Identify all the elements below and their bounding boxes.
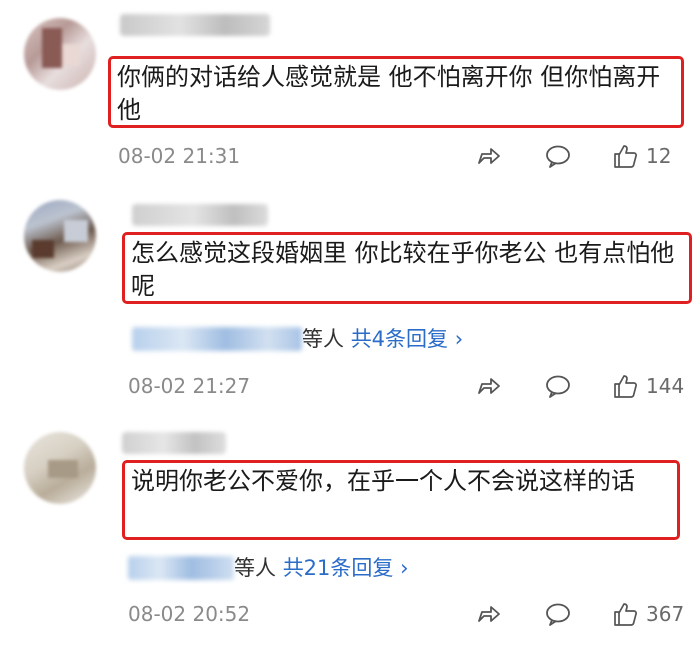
like-icon [614,145,637,168]
username-redacted[interactable] [132,204,268,226]
replier-names-redacted [132,327,302,351]
comment-icon[interactable] [544,144,572,168]
replies-summary[interactable]: 等人 共4条回复 › [132,324,532,354]
comment-icon[interactable] [544,602,572,626]
replier-names-redacted [128,556,234,580]
comment-text: 怎么感觉这段婚姻里 你比较在乎你老公 也有点怕他呢 [122,232,692,304]
comment-time: 08-02 20:52 [128,602,251,626]
share-icon[interactable] [474,374,502,398]
view-replies-link[interactable]: 共4条回复 › [351,327,463,351]
avatar[interactable] [24,200,96,272]
like-count: 144 [646,374,685,398]
comment-time: 08-02 21:31 [118,144,241,168]
comment-meta: 08-02 20:52 367 [0,598,700,630]
like-button[interactable]: 144 [612,370,684,402]
like-count: 367 [646,602,685,626]
comment-time: 08-02 21:27 [128,374,251,398]
comment-icon[interactable] [544,374,572,398]
username-redacted[interactable] [122,432,226,454]
view-replies-link[interactable]: 共21条回复 › [283,556,409,580]
like-button[interactable]: 12 [612,140,671,172]
avatar[interactable] [24,432,96,504]
comment-meta: 08-02 21:31 12 [0,140,700,172]
replies-summary[interactable]: 等人 共21条回复 › [128,553,528,583]
comment-text: 你俩的对话给人感觉就是 他不怕离开你 但你怕离开他 [108,56,684,128]
replies-suffix: 等人 [234,556,276,580]
share-icon[interactable] [474,144,502,168]
like-icon [614,375,637,398]
avatar[interactable] [24,18,96,90]
like-count: 12 [646,144,672,168]
like-button[interactable]: 367 [612,598,684,630]
comment-meta: 08-02 21:27 144 [0,370,700,402]
share-icon[interactable] [474,602,502,626]
like-icon [614,603,637,626]
comment-text: 说明你老公不爱你，在乎一个人不会说这样的话 [122,460,680,540]
username-redacted[interactable] [120,14,270,36]
replies-suffix: 等人 [302,327,344,351]
